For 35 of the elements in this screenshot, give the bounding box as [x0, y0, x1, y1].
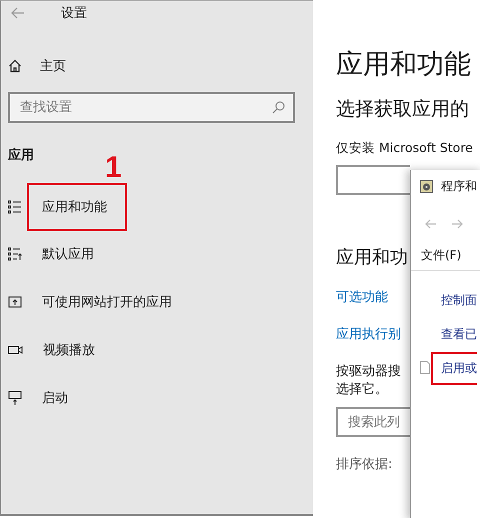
nav-item[interactable]: 可使用网站打开的应用: [27, 278, 192, 326]
forward-arrow-icon[interactable]: [451, 219, 463, 229]
dialog-link[interactable]: 控制面: [431, 284, 477, 316]
home-link[interactable]: 主页: [8, 57, 313, 75]
page-subtitle: 选择获取应用的: [336, 97, 469, 122]
page-title: 应用和功能: [336, 48, 471, 82]
menu-item[interactable]: 文件(F): [421, 248, 462, 262]
dialog-title: 程序和: [441, 178, 477, 195]
list-icon: [8, 247, 22, 261]
search-field[interactable]: 查找设置: [8, 92, 295, 123]
video-camera-icon: [8, 343, 23, 357]
dialog-link[interactable]: 查看已: [431, 318, 477, 350]
list-search-field[interactable]: 搜索此列: [336, 407, 410, 437]
monitor-arrow-icon: [8, 391, 22, 405]
link[interactable]: 应用执行别: [336, 325, 401, 343]
description-text: 按驱动器搜: [336, 363, 401, 381]
nav-item[interactable]: 启动: [27, 374, 88, 422]
sort-label: 排序依据:: [336, 456, 392, 473]
nav-item[interactable]: 视频播放: [28, 326, 115, 374]
document-icon: [420, 361, 430, 374]
dialog-link[interactable]: 启用或: [431, 352, 477, 384]
search-icon: [272, 101, 285, 114]
install-label: 仅安装 Microsoft Store: [336, 140, 473, 157]
home-icon: [8, 59, 22, 73]
back-arrow-icon[interactable]: [11, 7, 25, 19]
nav-item[interactable]: 默认应用: [27, 230, 114, 278]
section-heading: 应用和功: [336, 246, 408, 269]
link[interactable]: 可选功能: [336, 288, 388, 306]
section-heading: 应用: [8, 146, 35, 164]
window-title: 设置: [61, 5, 87, 22]
step-number: 1: [105, 151, 122, 185]
list-icon: [8, 200, 22, 214]
back-arrow-icon[interactable]: [425, 219, 437, 229]
highlighted-nav-item[interactable]: 应用和功能: [27, 183, 127, 231]
description-text: 选择它。: [336, 381, 389, 399]
